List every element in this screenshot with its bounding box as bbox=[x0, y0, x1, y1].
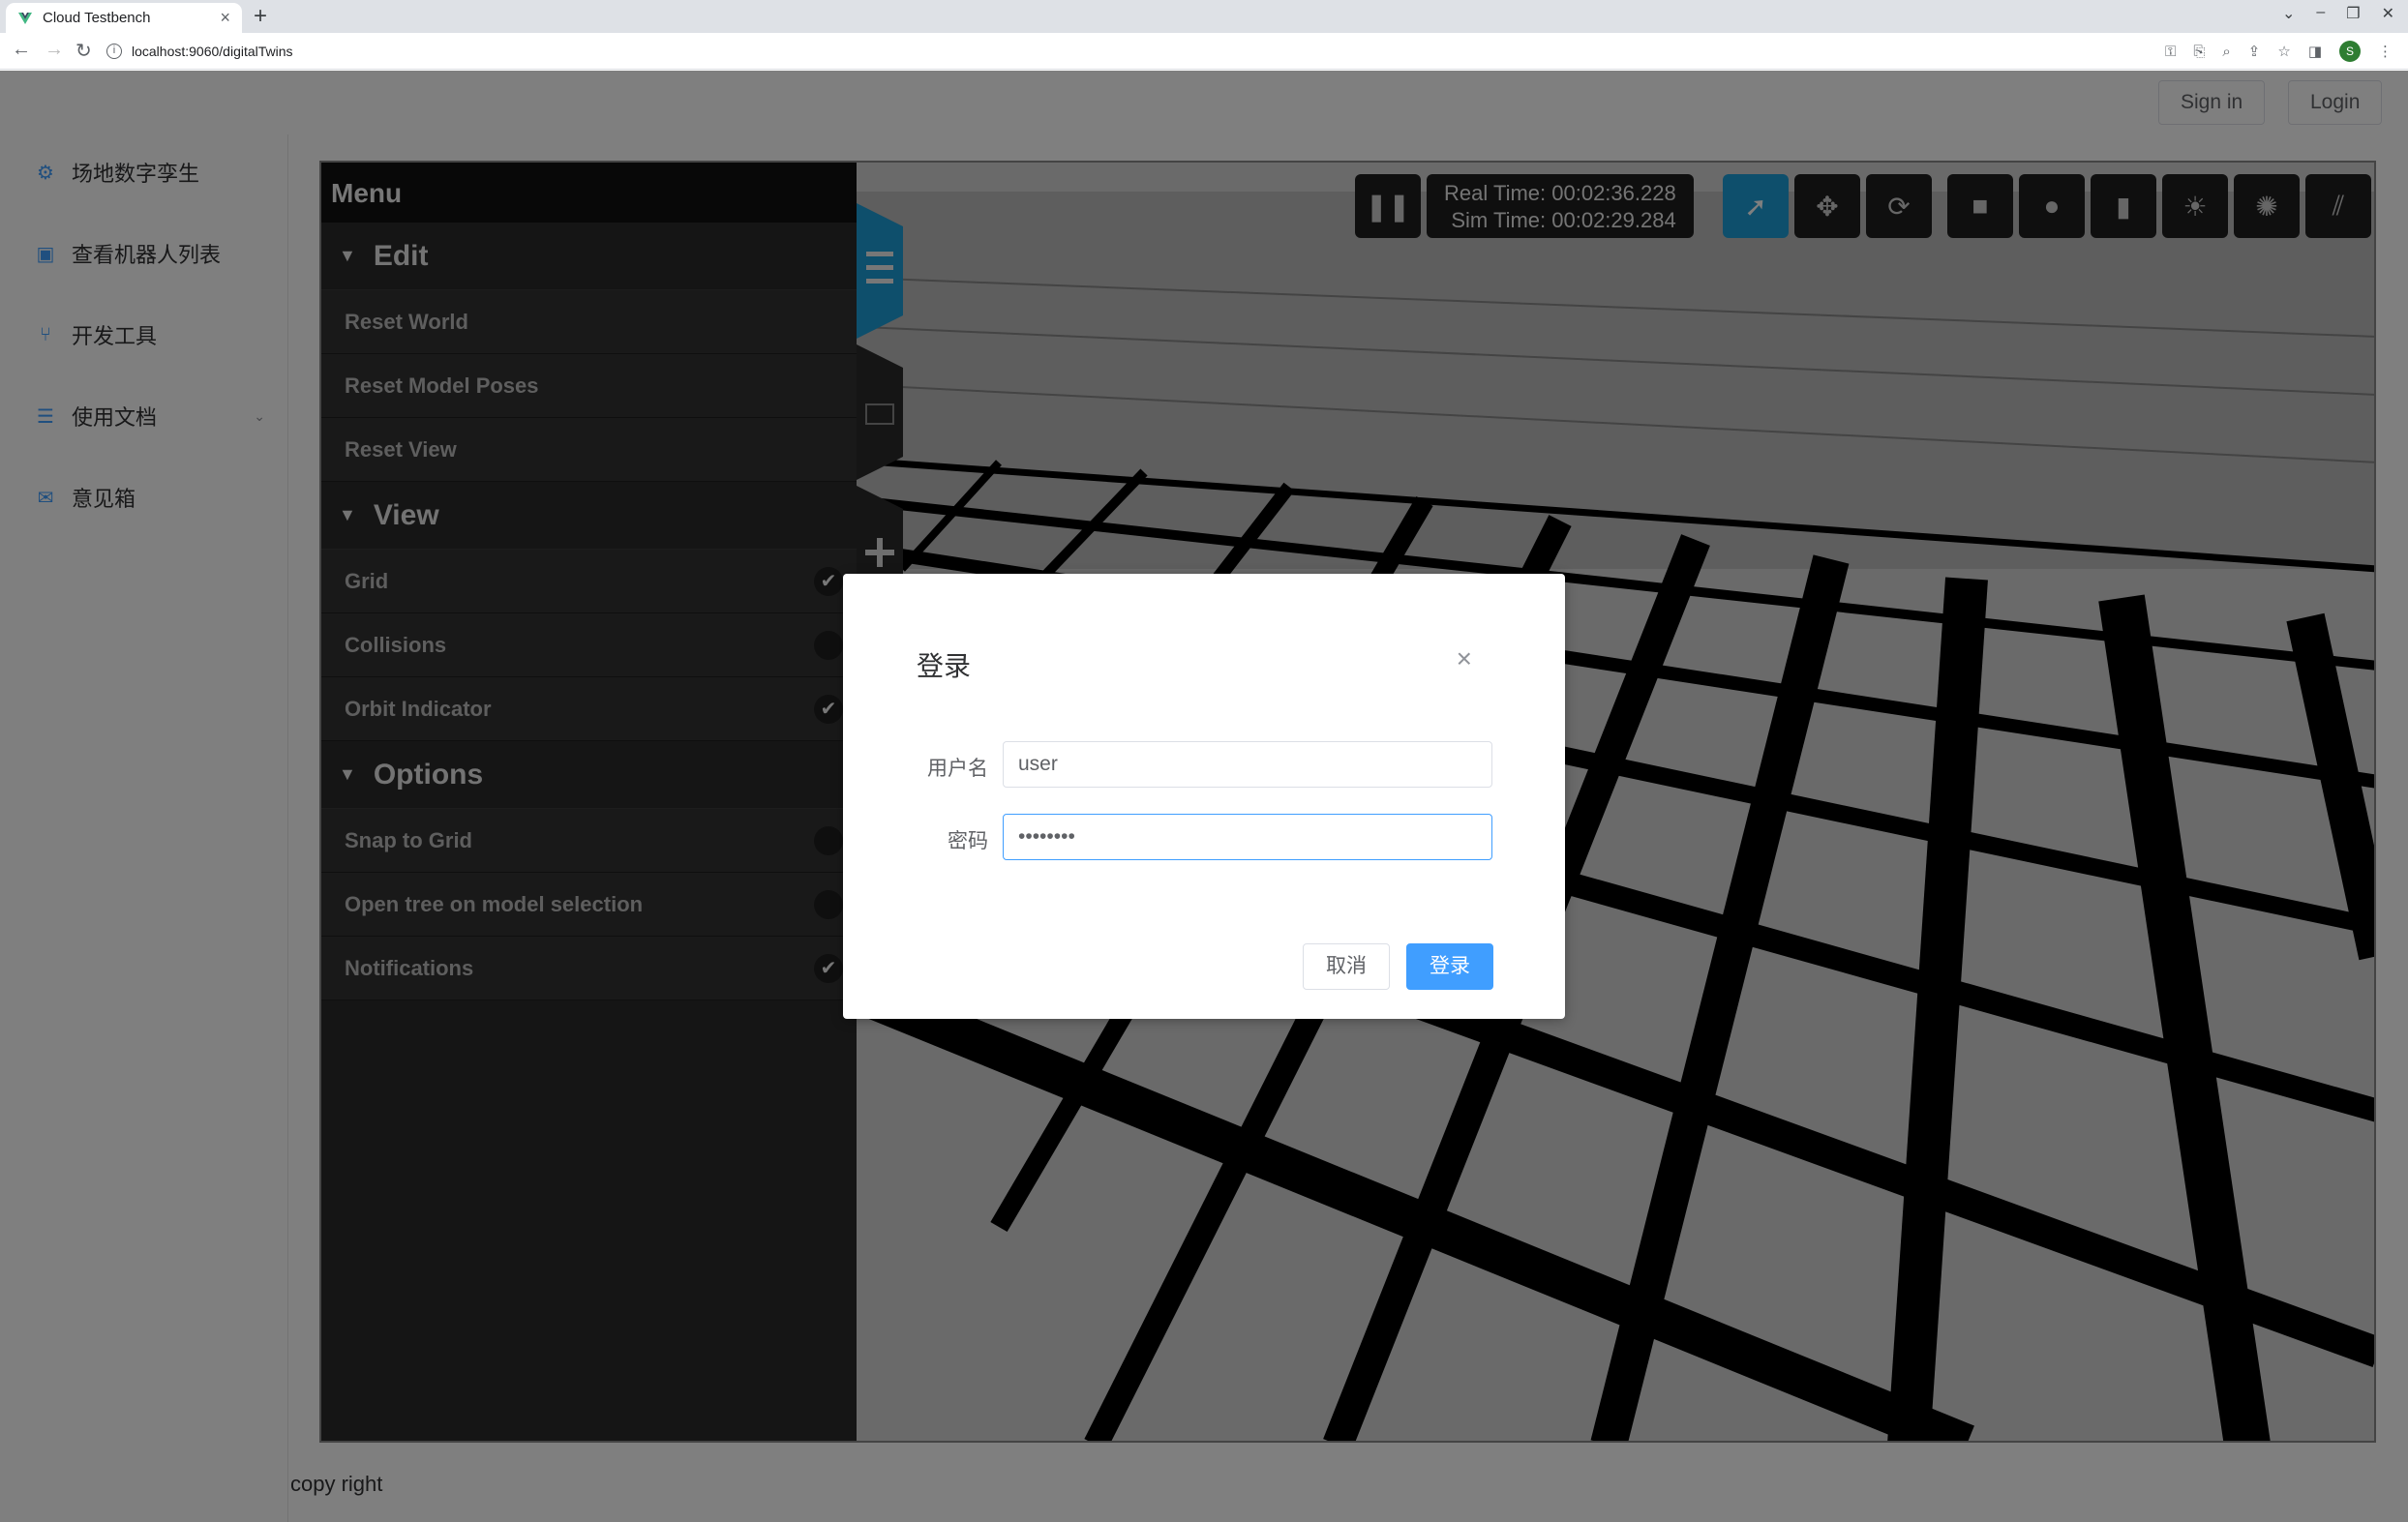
share-icon[interactable]: ⇪ bbox=[2248, 43, 2261, 60]
vue-logo-icon bbox=[18, 12, 32, 24]
cancel-button[interactable]: 取消 bbox=[1303, 943, 1390, 990]
tab-search-icon[interactable]: ⌄ bbox=[2282, 4, 2295, 23]
password-input[interactable]: •••••••• bbox=[1003, 814, 1492, 860]
url-text: localhost:9060/digitalTwins bbox=[132, 44, 293, 59]
profile-avatar[interactable]: S bbox=[2339, 41, 2361, 62]
close-window-icon[interactable]: ✕ bbox=[2382, 4, 2394, 23]
address-bar[interactable]: i localhost:9060/digitalTwins bbox=[106, 38, 2139, 65]
password-label: 密码 bbox=[948, 830, 988, 852]
username-input[interactable]: user bbox=[1003, 741, 1492, 788]
login-dialog: 登录 × 用户名 user 密码 •••••••• 取消 登录 bbox=[843, 574, 1565, 1019]
close-tab-icon[interactable]: × bbox=[220, 8, 230, 28]
tab-title: Cloud Testbench bbox=[43, 10, 151, 26]
key-icon[interactable]: ⚿ bbox=[2165, 44, 2176, 60]
browser-tabstrip: Cloud Testbench × + ⌄ – ❐ ✕ bbox=[0, 0, 2408, 33]
new-tab-button[interactable]: + bbox=[254, 3, 267, 30]
browser-toolbar: ← → ↻ i localhost:9060/digitalTwins ⚿ ⎘ … bbox=[0, 33, 2408, 70]
site-info-icon[interactable]: i bbox=[106, 44, 122, 59]
browser-tab[interactable]: Cloud Testbench × bbox=[6, 3, 242, 33]
username-label: 用户名 bbox=[927, 758, 988, 780]
zoom-icon[interactable]: ⌕ bbox=[2222, 44, 2230, 60]
submit-login-button[interactable]: 登录 bbox=[1406, 943, 1493, 990]
side-panel-icon[interactable]: ◨ bbox=[2308, 43, 2322, 60]
username-row: 用户名 user bbox=[843, 741, 1565, 790]
close-icon[interactable]: × bbox=[1457, 643, 1472, 674]
bookmark-star-icon[interactable]: ☆ bbox=[2277, 43, 2290, 60]
restore-icon[interactable]: ❐ bbox=[2346, 4, 2360, 23]
dialog-title: 登录 bbox=[917, 651, 972, 681]
menu-kebab-icon[interactable]: ⋮ bbox=[2378, 43, 2393, 60]
reload-icon[interactable]: ↻ bbox=[75, 39, 92, 63]
translate-icon[interactable]: ⎘ bbox=[2193, 44, 2205, 60]
password-row: 密码 •••••••• bbox=[843, 814, 1565, 862]
back-icon[interactable]: ← bbox=[12, 39, 31, 61]
minimize-icon[interactable]: – bbox=[2316, 4, 2325, 23]
forward-icon[interactable]: → bbox=[45, 39, 64, 61]
